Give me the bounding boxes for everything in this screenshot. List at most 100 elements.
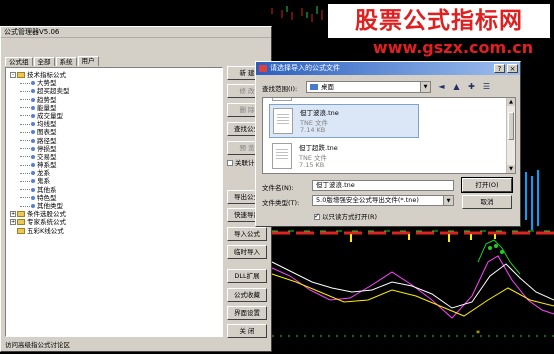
cancel-button[interactable]: 取消 [462, 195, 512, 209]
file-icon [272, 98, 292, 101]
tree-branch-line [20, 123, 30, 125]
tree-item-label: 专家系统公式 [27, 218, 66, 227]
tree-leaf[interactable]: 路径型 [10, 137, 222, 145]
filetype-select[interactable]: 5.0版增强安全公式导出文件(*.tne) ▼ [312, 195, 454, 206]
temp-import-button[interactable]: 临时导入 [227, 245, 267, 259]
formula-icon [31, 97, 35, 102]
tree-item-label: 神系型 [37, 161, 57, 170]
look-in-select[interactable]: 桌面 ▼ [306, 81, 431, 93]
tree-item-label: 趋势型 [37, 95, 57, 104]
readonly-checkbox[interactable]: 以只读方式打开(R) [314, 211, 377, 221]
tree-leaf[interactable]: 趋势型 [10, 96, 222, 104]
formula-tabs: 公式组 全部 系统 用户 [5, 56, 100, 66]
filename-input[interactable]: 但丁波浪.tne [312, 180, 454, 191]
tree-item-label: 交易型 [37, 152, 57, 161]
tree-leaf[interactable]: 停损型 [10, 145, 222, 153]
dll-extension-button[interactable]: DLL扩展 [227, 269, 267, 283]
tree-item-label: 大势型 [37, 79, 57, 88]
dialog-title-bar: 请选择导入的公式文件 ? × [256, 62, 520, 75]
formula-tree[interactable]: - 技术指标公式 大势型 超买超卖型 趋势型 能量型 成交量型 均线型 图表型 路径型 停损型 交易型… [5, 67, 223, 337]
readonly-checkbox-box[interactable] [314, 212, 320, 220]
expand-icon[interactable]: + [10, 219, 16, 226]
tree-item-label: 成交量型 [37, 111, 63, 120]
expand-icon[interactable]: + [10, 211, 16, 218]
tree-item-label: 技术指标公式 [27, 71, 66, 79]
tab-formula-group[interactable]: 公式组 [5, 57, 33, 66]
import-formula-button[interactable]: 导入公式 [227, 227, 267, 241]
file-name: ... [299, 98, 305, 100]
file-list-scrollbar[interactable]: ▲ ▼ [506, 98, 515, 173]
formula-icon [31, 187, 35, 192]
help-icon[interactable]: ? [494, 64, 505, 73]
tree-leaf[interactable]: 交易型 [10, 153, 222, 161]
tree-item-label: 路径型 [37, 136, 57, 145]
file-name: 但丁波浪.tne [300, 109, 339, 117]
open-button[interactable]: 打开(O) [461, 177, 513, 193]
new-folder-icon[interactable]: ✚ [466, 82, 477, 92]
tree-folder[interactable]: + 专家系统公式 [10, 218, 222, 226]
watermark-title: 股票公式指标网 [328, 4, 550, 38]
chevron-down-icon[interactable]: ▼ [420, 82, 430, 92]
tree-item-label: 均线型 [37, 120, 57, 129]
formula-icon [31, 122, 35, 127]
collapse-icon[interactable]: - [10, 72, 16, 78]
tree-leaf[interactable]: 超买超卖型 [10, 87, 222, 95]
scroll-thumb[interactable] [508, 112, 514, 140]
tree-folder[interactable]: - 技术指标公式 [10, 71, 222, 79]
tree-leaf[interactable]: 能量型 [10, 104, 222, 112]
ui-settings-button[interactable]: 界面设置 [227, 306, 267, 320]
tab-all[interactable]: 全部 [33, 57, 55, 66]
tree-leaf[interactable]: 图表型 [10, 128, 222, 136]
tree-branch-line [20, 131, 30, 133]
tree-item-label: 条件选股公式 [27, 210, 66, 219]
tree-item-label: 图表型 [37, 128, 57, 137]
tree-item-label: 其他类型 [37, 202, 63, 210]
formula-icon [31, 81, 35, 86]
file-list[interactable]: ... 但丁波浪.tne TNE 文件 7.14 KB 但丁超跌.tne TNE… [262, 97, 516, 174]
favorite-formulas-button[interactable]: 公式收藏 [227, 288, 267, 302]
filetype-value: 5.0版增强安全公式导出文件(*.tne) [316, 196, 419, 204]
close-button[interactable]: 关 闭 [227, 324, 267, 338]
tree-branch-line [20, 148, 30, 150]
tree-leaf[interactable]: 其他系 [10, 186, 222, 194]
formula-icon [31, 138, 35, 143]
tree-item-label: 能量型 [37, 103, 57, 112]
tree-leaf[interactable]: 其他类型 [10, 202, 222, 210]
scroll-up-icon[interactable]: ▲ [507, 98, 515, 106]
checkbox-box[interactable] [227, 160, 233, 166]
tree-leaf[interactable]: 特色型 [10, 194, 222, 202]
formula-manager-window: 公式管理器V5.06 公式组 全部 系统 用户 - 技术指标公式 大势型 超买超卖型趋… [0, 26, 274, 352]
formula-icon [31, 89, 35, 94]
look-in-label: 查找范围(I): [262, 85, 298, 93]
tree-item-label: 特色型 [37, 193, 57, 202]
file-icon [272, 143, 292, 169]
up-folder-icon[interactable]: ▲ [451, 82, 462, 92]
chevron-down-icon[interactable]: ▼ [443, 196, 453, 205]
filename-label: 文件名(N): [262, 184, 294, 192]
tree-branch-line [20, 164, 30, 166]
import-file-dialog: 请选择导入的公式文件 ? × 查找范围(I): 桌面 ▼ ◄ ▲ ✚ ☰ ...… [255, 61, 521, 227]
formula-manager-title: 公式管理器V5.06 [1, 27, 271, 38]
file-item[interactable]: 但丁超跌.tne TNE 文件 7.15 KB [269, 140, 419, 173]
tab-system[interactable]: 系统 [55, 57, 77, 66]
view-menu-icon[interactable]: ☰ [481, 82, 492, 92]
tree-folder[interactable]: 五彩K线公式 [10, 227, 222, 235]
file-icon [273, 108, 293, 134]
tree-leaf[interactable]: 成交量型 [10, 112, 222, 120]
scroll-down-icon[interactable]: ▼ [507, 165, 515, 173]
formula-icon [31, 146, 35, 151]
file-size: 7.14 KB [300, 126, 326, 134]
dialog-title: 请选择导入的公式文件 [270, 64, 340, 72]
status-link[interactable]: 访问高级指公式讨论区 [5, 341, 223, 349]
formula-icon [31, 154, 35, 159]
folder-icon [17, 227, 25, 234]
close-icon[interactable]: × [507, 64, 518, 73]
desktop-icon [310, 84, 318, 90]
back-icon[interactable]: ◄ [436, 82, 447, 92]
tab-user[interactable]: 用户 [77, 56, 99, 66]
readonly-label: 以只读方式打开(R) [322, 213, 378, 221]
tree-leaf[interactable]: 鬼系 [10, 177, 222, 185]
file-item-selected[interactable]: 但丁波浪.tne TNE 文件 7.14 KB [269, 104, 419, 138]
file-size: 7.15 KB [299, 161, 325, 169]
tree-branch-line [20, 107, 30, 109]
